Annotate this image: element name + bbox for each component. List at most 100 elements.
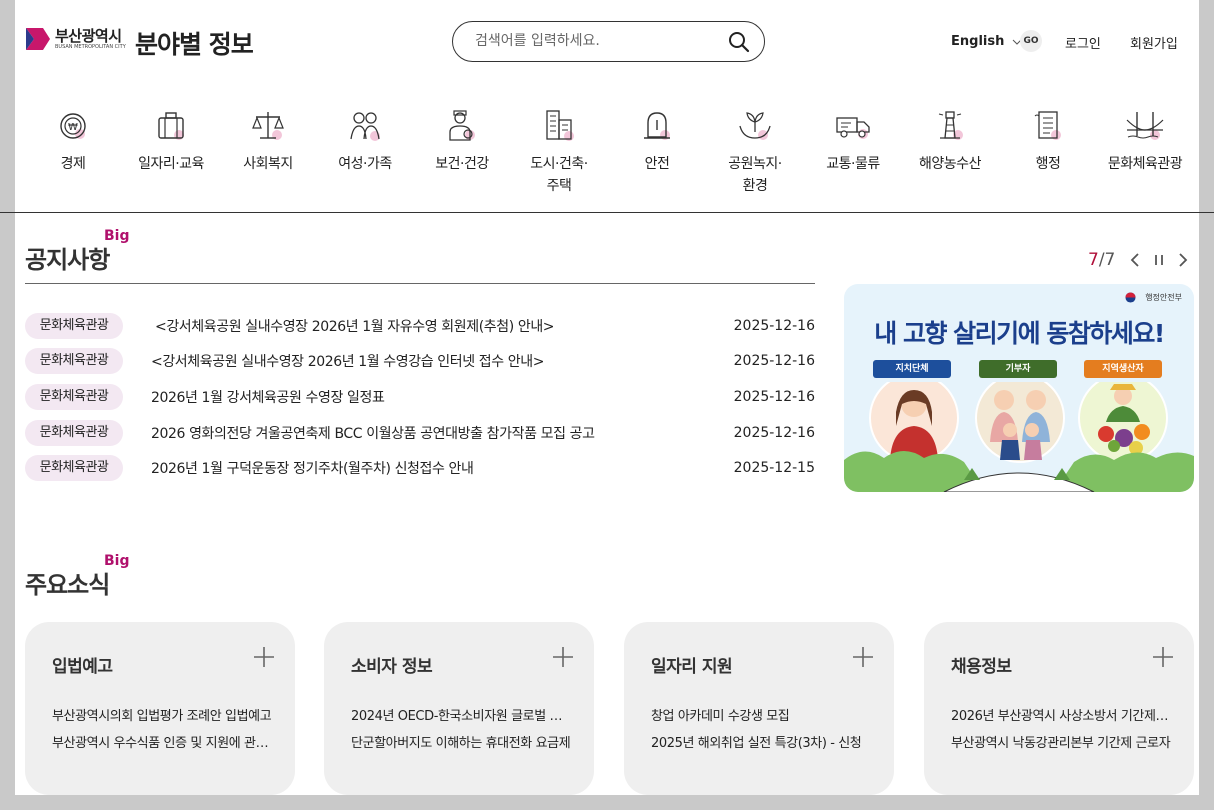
card-title: 소비자 정보 xyxy=(351,657,433,677)
plus-icon[interactable] xyxy=(1152,646,1174,668)
news-card-consumer[interactable]: 소비자 정보 2024년 OECD-한국소비자원 글로벌 소비자 단군할아버지도… xyxy=(324,622,594,795)
banner-tag: 지역생산자 xyxy=(1084,360,1162,378)
truck-icon xyxy=(836,117,870,139)
news-card-jobs[interactable]: 일자리 지원 창업 아카데미 수강생 모집 2025년 해외취업 실전 특강(3… xyxy=(624,622,894,795)
category-health[interactable]: 보건·건강 xyxy=(412,108,512,175)
card-list-item[interactable]: 2024년 OECD-한국소비자원 글로벌 소비자 xyxy=(351,705,571,724)
card-title: 채용정보 xyxy=(951,657,1012,677)
notice-date: 2025-12-15 xyxy=(733,460,815,476)
scales-icon xyxy=(252,112,284,140)
card-list-item[interactable]: 2026년 부산광역시 사상소방서 기간제 채용 xyxy=(951,705,1171,724)
plus-icon[interactable] xyxy=(852,646,874,668)
svg-text:₩: ₩ xyxy=(68,122,78,133)
category-women-family[interactable]: 여성·가족 xyxy=(315,108,415,175)
won-coin-icon: ₩ xyxy=(60,113,86,139)
notice-item[interactable]: 문화체육관광 <강서체육공원 실내수영장 2026년 1월 수영강습 인터넷 접… xyxy=(25,348,815,374)
category-parks-environment[interactable]: 공원녹지· 환경 xyxy=(705,108,805,197)
card-list-item[interactable]: 단군할아버지도 이해하는 휴대전화 요금제 xyxy=(351,732,571,751)
pager-total: /7 xyxy=(1098,250,1116,270)
viewport-bottom-margin xyxy=(0,795,1214,810)
promo-banner[interactable]: 행정안전부 내 고향 살리기에 동참하세요! 지치단체 기부자 지역생산자 xyxy=(844,284,1194,492)
big-tag: Big xyxy=(104,553,130,569)
category-label: 보건·건강 xyxy=(435,156,489,172)
notice-date: 2025-12-16 xyxy=(733,389,815,405)
banner-headline: 내 고향 살리기에 동참하세요! xyxy=(874,319,1165,348)
category-transport-logistics[interactable]: 교통·물류 xyxy=(803,108,903,175)
banner-tag: 지치단체 xyxy=(873,360,951,378)
plus-icon[interactable] xyxy=(253,646,275,668)
news-card-legislation[interactable]: 입법예고 부산광역시의회 입법평가 조례안 입법예고 부산광역시 우수식품 인증… xyxy=(25,622,295,795)
chevron-right-icon[interactable] xyxy=(1176,252,1190,268)
siren-icon xyxy=(644,112,670,140)
page-title: 분야별 정보 xyxy=(135,30,254,59)
category-jobs-education[interactable]: 일자리·교육 xyxy=(121,108,221,175)
header-divider xyxy=(0,212,1214,213)
card-list-item[interactable]: 부산광역시의회 입법평가 조례안 입법예고 xyxy=(52,705,272,724)
category-administration[interactable]: 행정 xyxy=(998,108,1098,175)
card-list-item[interactable]: 부산광역시 낙동강관리본부 기간제 근로자 xyxy=(951,732,1171,751)
big-tag: Big xyxy=(104,228,130,244)
category-safety[interactable]: 안전 xyxy=(607,108,707,175)
logo-english-text: BUSAN METROPOLITAN CITY xyxy=(55,44,126,50)
notice-item[interactable]: 문화체육관광 2026년 1월 구덕운동장 정기주차(월주차) 신청접수 안내 … xyxy=(25,455,815,481)
category-label: 해양농수산 xyxy=(919,156,981,172)
plant-hands-icon xyxy=(739,112,771,140)
notice-title: 2026년 1월 구덕운동장 정기주차(월주차) 신청접수 안내 xyxy=(151,461,474,477)
category-label: 공원녹지· 환경 xyxy=(728,156,782,194)
banner-org: 행정안전부 xyxy=(1145,293,1182,302)
category-label: 문화체육관광 xyxy=(1107,156,1183,172)
notice-title: 2026년 1월 강서체육공원 수영장 일정표 xyxy=(151,390,385,406)
family-icon xyxy=(350,112,380,141)
notice-item[interactable]: 문화체육관광 2026년 1월 강서체육공원 수영장 일정표 2025-12-1… xyxy=(25,384,815,410)
document-icon xyxy=(1034,111,1061,140)
pause-icon[interactable] xyxy=(1152,252,1166,268)
language-label: English xyxy=(951,34,1005,49)
bridge-icon xyxy=(1126,112,1164,140)
banner-illustration xyxy=(844,382,1194,492)
category-badge: 문화체육관광 xyxy=(25,420,123,446)
banner-tag: 기부자 xyxy=(979,360,1057,378)
notice-divider xyxy=(25,283,815,284)
card-list-item[interactable]: 2025년 해외취업 실전 특강(3차) - 신청 xyxy=(651,732,871,751)
banner-pager: 7/7 xyxy=(1088,250,1115,270)
news-section-title: 주요소식 xyxy=(25,571,110,599)
category-label: 교통·물류 xyxy=(826,156,880,172)
signup-link[interactable]: 회원가입 xyxy=(1130,33,1178,52)
notice-section-title: 공지사항 xyxy=(25,246,110,274)
chevron-left-icon[interactable] xyxy=(1128,252,1142,268)
pager-current: 7 xyxy=(1088,250,1099,270)
doctor-icon xyxy=(449,110,475,141)
category-label: 경제 xyxy=(60,156,86,172)
plus-icon[interactable] xyxy=(552,646,574,668)
category-culture-sports-tourism[interactable]: 문화체육관광 xyxy=(1095,108,1195,175)
search-icon[interactable] xyxy=(728,31,750,53)
news-card-recruitment[interactable]: 채용정보 2026년 부산광역시 사상소방서 기간제 채용 부산광역시 낙동강관… xyxy=(924,622,1194,795)
category-marine-agriculture[interactable]: 해양농수산 xyxy=(900,108,1000,175)
lighthouse-icon xyxy=(938,111,963,140)
notice-date: 2025-12-16 xyxy=(733,318,815,334)
category-label: 도시·건축· 주택 xyxy=(530,156,588,194)
category-label: 사회복지 xyxy=(243,156,293,172)
login-link[interactable]: 로그인 xyxy=(1065,33,1101,52)
busan-logo-mark-icon xyxy=(26,28,50,50)
notice-date: 2025-12-16 xyxy=(733,425,815,441)
category-badge: 문화체육관광 xyxy=(25,384,123,410)
language-go-button[interactable]: GO xyxy=(1020,30,1042,52)
notice-item[interactable]: 문화체육관광 2026 영화의전당 겨울공연축제 BCC 이월상품 공연대방출 … xyxy=(25,420,815,446)
category-badge: 문화체육관광 xyxy=(25,313,123,339)
language-select[interactable]: English xyxy=(951,34,1022,49)
category-badge: 문화체육관광 xyxy=(25,455,123,481)
card-list-item[interactable]: 부산광역시 우수식품 인증 및 지원에 관한 조례 xyxy=(52,732,272,751)
category-welfare[interactable]: 사회복지 xyxy=(218,108,318,175)
search-input[interactable] xyxy=(473,32,727,50)
notice-item[interactable]: 문화체육관광 <강서체육공원 실내수영장 2026년 1월 자유수영 회원제(추… xyxy=(25,313,815,339)
busan-logo[interactable]: 부산광역시 BUSAN METROPOLITAN CITY xyxy=(25,26,126,52)
category-urban-housing[interactable]: 도시·건축· 주택 xyxy=(509,108,609,197)
notice-title: 2026 영화의전당 겨울공연축제 BCC 이월상품 공연대방출 참가작품 모집… xyxy=(151,426,595,442)
page: 부산광역시 BUSAN METROPOLITAN CITY 분야별 정보 Eng… xyxy=(15,0,1199,795)
category-economy[interactable]: ₩ 경제 xyxy=(23,108,123,175)
card-title: 일자리 지원 xyxy=(651,657,733,677)
card-list-item[interactable]: 창업 아카데미 수강생 모집 xyxy=(651,705,871,724)
category-label: 여성·가족 xyxy=(338,156,392,172)
category-label: 안전 xyxy=(644,156,670,172)
